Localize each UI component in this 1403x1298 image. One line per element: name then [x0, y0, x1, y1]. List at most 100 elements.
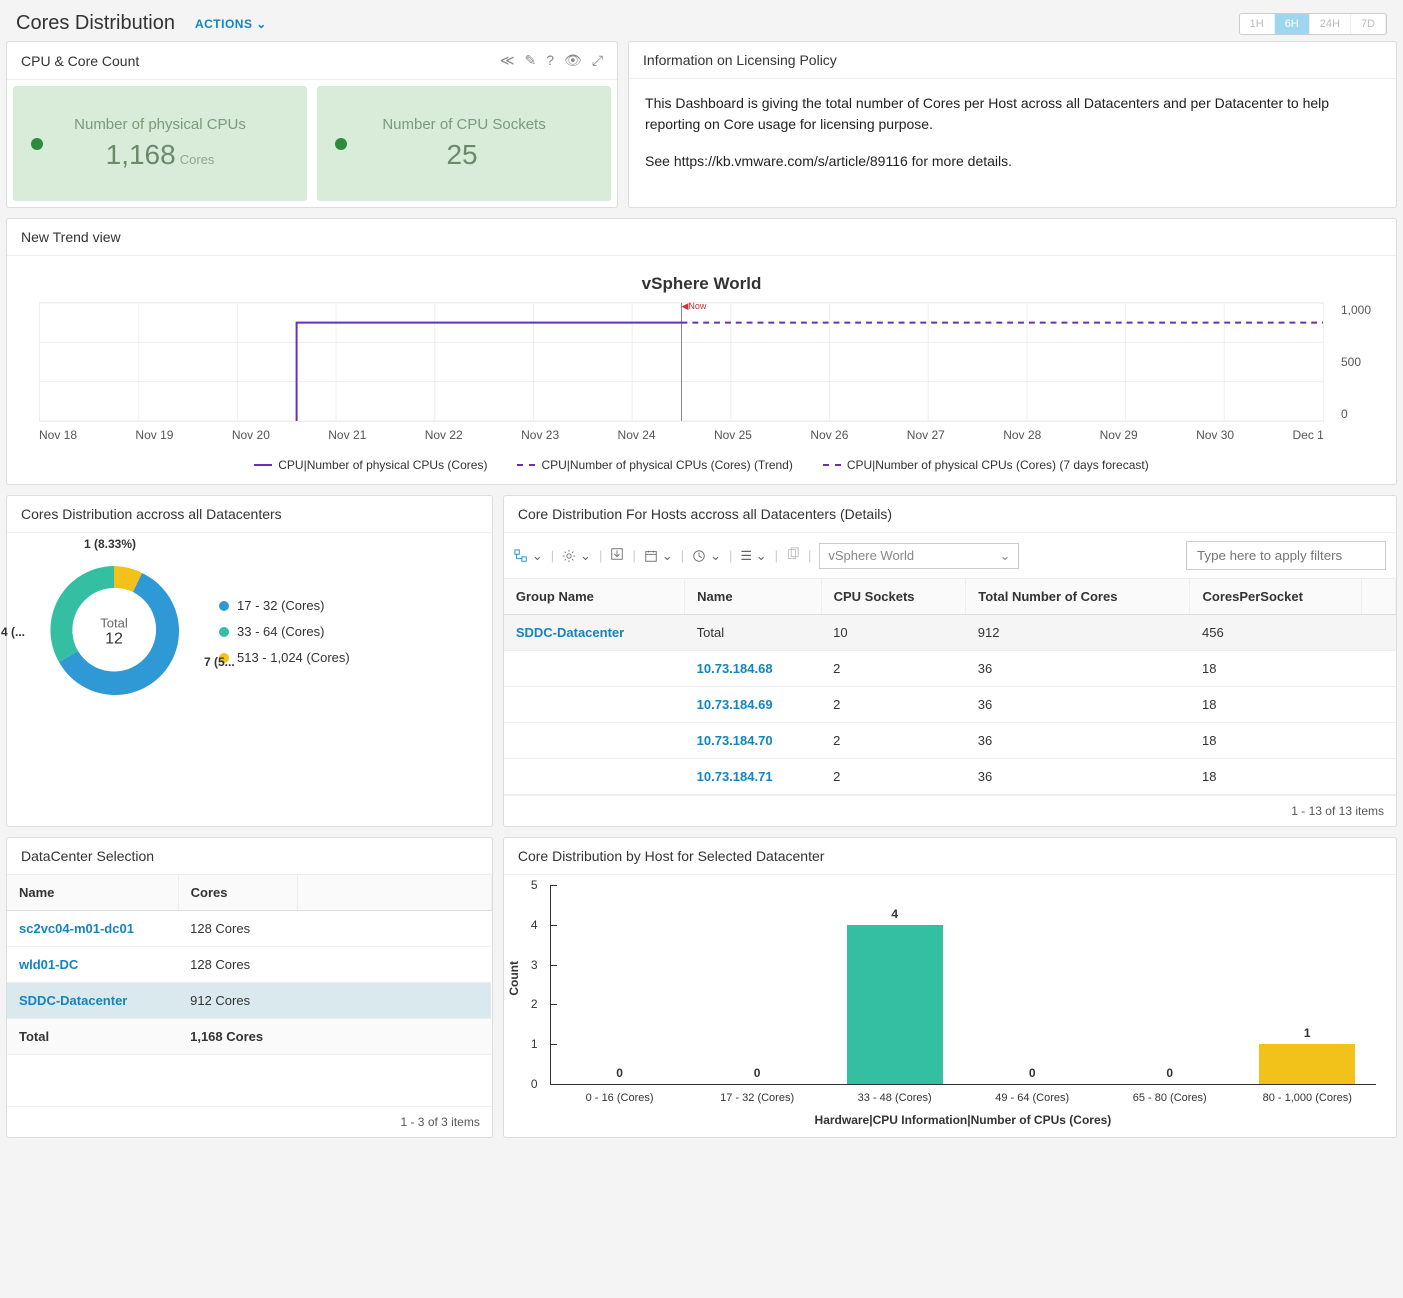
legend-item[interactable]: CPU|Number of physical CPUs (Cores)	[254, 458, 487, 472]
bar-category: 65 - 80 (Cores)	[1133, 1092, 1207, 1104]
table-row[interactable]: SDDC-DatacenterTotal10912456	[504, 615, 1396, 651]
col-header[interactable]: CPU Sockets	[821, 579, 966, 615]
cell-sockets: 2	[821, 759, 966, 795]
time-btn-24h[interactable]: 24H	[1310, 14, 1351, 34]
x-tick: Nov 22	[425, 428, 463, 442]
donut-total-value: 12	[100, 630, 127, 648]
bar-category: 17 - 32 (Cores)	[720, 1092, 794, 1104]
bar-category: 33 - 48 (Cores)	[858, 1092, 932, 1104]
cell-sockets: 2	[821, 651, 966, 687]
export-button[interactable]	[610, 547, 624, 564]
cell-cps: 18	[1190, 759, 1361, 795]
list-button[interactable]: ☰ ⌄	[740, 548, 766, 564]
col-header[interactable]: Total Number of Cores	[966, 579, 1190, 615]
cell-group	[504, 723, 685, 759]
x-tick: Nov 23	[521, 428, 559, 442]
col-header[interactable]: Name	[685, 579, 821, 615]
bar-column[interactable]: 017 - 32 (Cores)	[688, 885, 826, 1084]
bar-column[interactable]: 049 - 64 (Cores)	[963, 885, 1101, 1084]
status-dot-icon	[31, 138, 43, 150]
bar-chart[interactable]: Count 01234500 - 16 (Cores)017 - 32 (Cor…	[504, 875, 1396, 1137]
eye-icon[interactable]: 👁	[564, 52, 582, 69]
bar-column[interactable]: 433 - 48 (Cores)	[826, 885, 964, 1084]
donut-total-label: Total	[100, 615, 127, 630]
cell-group	[504, 687, 685, 723]
gear-button[interactable]: ⌄	[562, 548, 591, 564]
pie-legend-label: 513 - 1,024 (Cores)	[237, 645, 350, 671]
bar-category: 0 - 16 (Cores)	[586, 1092, 654, 1104]
bar-column[interactable]: 00 - 16 (Cores)	[551, 885, 689, 1084]
help-icon[interactable]: ?	[546, 52, 554, 69]
table-row[interactable]: 10.73.184.7123618	[504, 759, 1396, 795]
col-cores[interactable]: Cores	[178, 875, 298, 911]
metric-card-physical-cpus[interactable]: Number of physical CPUs 1,168Cores	[13, 86, 307, 201]
dc-name[interactable]: SDDC-Datacenter	[7, 983, 178, 1019]
bar-category: 80 - 1,000 (Cores)	[1263, 1092, 1352, 1104]
bar-ytick: 3	[531, 958, 538, 972]
clock-button[interactable]: ⌄	[692, 548, 721, 564]
dc-footer: 1 - 3 of 3 items	[7, 1106, 492, 1137]
x-tick: Nov 19	[135, 428, 173, 442]
x-tick: Nov 18	[39, 428, 77, 442]
metric-card-cpu-sockets[interactable]: Number of CPU Sockets 25	[317, 86, 611, 201]
pie-legend-item[interactable]: 513 - 1,024 (Cores)	[219, 645, 350, 671]
cell-name[interactable]: 10.73.184.70	[685, 723, 821, 759]
dc-row[interactable]: sc2vc04-m01-dc01128 Cores	[7, 911, 491, 947]
cell-cores: 36	[966, 723, 1190, 759]
bar-ylabel: Count	[507, 961, 521, 996]
legend-item[interactable]: CPU|Number of physical CPUs (Cores) (7 d…	[823, 458, 1149, 472]
actions-dropdown[interactable]: ACTIONS ⌄	[195, 17, 267, 31]
status-dot-icon	[335, 138, 347, 150]
trend-line-chart[interactable]: ◀Now 1,000 500 0	[39, 302, 1324, 422]
x-tick: Nov 24	[618, 428, 656, 442]
filter-input[interactable]	[1186, 541, 1386, 570]
date-button[interactable]: ⌄	[644, 548, 673, 564]
donut-chart[interactable]: Total 12 1 (8.33%) 7 (5... 4 (...	[29, 545, 199, 718]
col-header[interactable]: Group Name	[504, 579, 685, 615]
cell-cores: 36	[966, 759, 1190, 795]
collapse-icon[interactable]: ≪	[500, 52, 515, 69]
edit-icon[interactable]: ✎	[525, 52, 537, 69]
donut-slice-label: 4 (...	[1, 625, 25, 639]
bar-column[interactable]: 180 - 1,000 (Cores)	[1239, 885, 1377, 1084]
time-btn-6h[interactable]: 6H	[1275, 14, 1310, 34]
scope-select[interactable]: vSphere World⌄	[819, 543, 1019, 569]
details-panel-title: Core Distribution For Hosts accross all …	[518, 506, 892, 522]
cell-cores: 36	[966, 651, 1190, 687]
hierarchy-button[interactable]: ⌄	[514, 548, 543, 564]
dc-row[interactable]: wld01-DC128 Cores	[7, 947, 491, 983]
col-header[interactable]: CoresPerSocket	[1190, 579, 1361, 615]
info-text-2: See https://kb.vmware.com/s/article/8911…	[645, 151, 1380, 172]
bar-value: 1	[1304, 1026, 1311, 1040]
dc-name[interactable]: sc2vc04-m01-dc01	[7, 911, 178, 947]
table-row[interactable]: 10.73.184.7023618	[504, 723, 1396, 759]
bar-column[interactable]: 065 - 80 (Cores)	[1101, 885, 1239, 1084]
x-tick: Nov 30	[1196, 428, 1234, 442]
dc-cores: 128 Cores	[178, 947, 298, 983]
dc-total-row: Total1,168 Cores	[7, 1019, 491, 1055]
legend-item[interactable]: CPU|Number of physical CPUs (Cores) (Tre…	[517, 458, 792, 472]
dc-row[interactable]: SDDC-Datacenter912 Cores	[7, 983, 491, 1019]
copy-button[interactable]	[786, 547, 800, 564]
cell-name[interactable]: 10.73.184.68	[685, 651, 821, 687]
time-btn-7d[interactable]: 7D	[1351, 14, 1386, 34]
dc-cores: 128 Cores	[178, 911, 298, 947]
pie-legend-item[interactable]: 17 - 32 (Cores)	[219, 593, 350, 619]
bar-category: 49 - 64 (Cores)	[995, 1092, 1069, 1104]
cell-name[interactable]: 10.73.184.69	[685, 687, 821, 723]
pie-legend-item[interactable]: 33 - 64 (Cores)	[219, 619, 350, 645]
bar-ytick: 2	[531, 997, 538, 1011]
table-row[interactable]: 10.73.184.6823618	[504, 651, 1396, 687]
table-row[interactable]: 10.73.184.6923618	[504, 687, 1396, 723]
cell-cores: 36	[966, 687, 1190, 723]
dc-name[interactable]: wld01-DC	[7, 947, 178, 983]
time-btn-1h[interactable]: 1H	[1240, 14, 1275, 34]
cell-group[interactable]: SDDC-Datacenter	[504, 615, 685, 651]
expand-icon[interactable]: ⤢	[592, 52, 603, 69]
cell-name[interactable]: 10.73.184.71	[685, 759, 821, 795]
bar-panel-title: Core Distribution by Host for Selected D…	[518, 848, 825, 864]
actions-label: ACTIONS	[195, 17, 253, 31]
col-name[interactable]: Name	[7, 875, 178, 911]
time-range-selector: 1H6H24H7D	[1239, 13, 1387, 35]
bar-ytick: 1	[531, 1037, 538, 1051]
